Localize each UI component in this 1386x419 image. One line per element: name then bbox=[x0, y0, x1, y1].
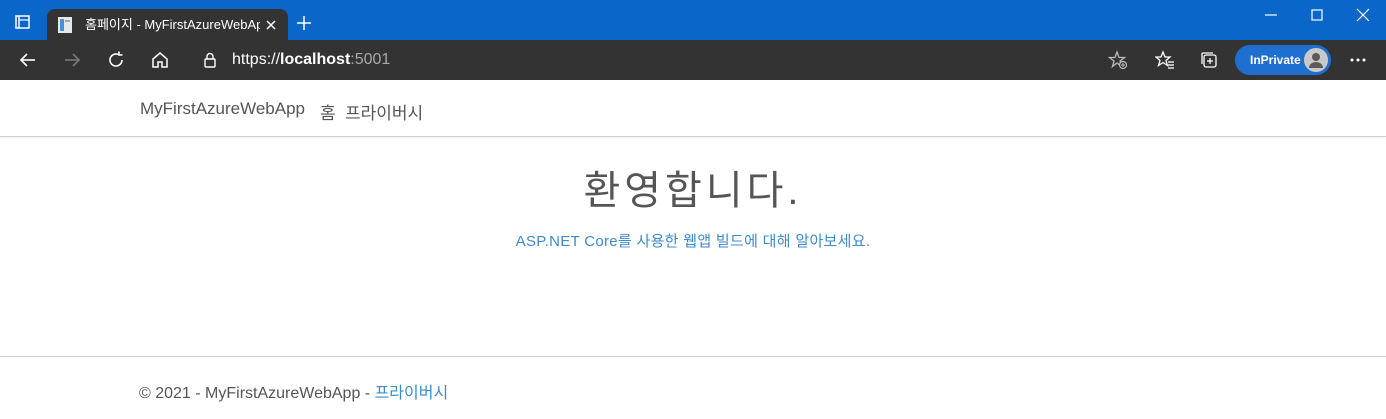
tab-actions-icon[interactable] bbox=[14, 13, 32, 31]
home-icon[interactable] bbox=[150, 50, 170, 70]
lock-icon[interactable] bbox=[203, 52, 217, 68]
address-bar[interactable]: https://localhost:5001 bbox=[193, 46, 1093, 74]
refresh-icon[interactable] bbox=[106, 50, 126, 70]
close-icon[interactable] bbox=[264, 18, 278, 32]
minimize-icon[interactable] bbox=[1262, 6, 1280, 24]
collections-icon[interactable] bbox=[1199, 50, 1219, 70]
footer-text: © 2021 - MyFirstAzureWebApp - 프라이버시 bbox=[139, 379, 448, 403]
url-host: localhost bbox=[280, 51, 351, 68]
inprivate-button[interactable]: InPrivate bbox=[1235, 45, 1331, 75]
nav-brand-link[interactable]: MyFirstAzureWebApp bbox=[140, 99, 305, 119]
browser-tab[interactable]: 홈페이지 - MyFirstAzureWebApp bbox=[47, 9, 288, 40]
back-icon[interactable] bbox=[18, 50, 38, 70]
url-scheme: https:// bbox=[232, 51, 281, 68]
inprivate-label: InPrivate bbox=[1250, 53, 1301, 67]
add-favorite-icon[interactable] bbox=[1108, 50, 1128, 70]
site-footer: © 2021 - MyFirstAzureWebApp - 프라이버시 bbox=[0, 356, 1386, 419]
browser-toolbar: https://localhost:5001 InPrivate bbox=[0, 40, 1386, 80]
footer-privacy-link[interactable]: 프라이버시 bbox=[375, 385, 449, 402]
forward-icon[interactable] bbox=[62, 50, 82, 70]
nav-home-link[interactable]: 홈 bbox=[320, 99, 336, 124]
url-port: :5001 bbox=[350, 51, 391, 68]
title-bar: 홈페이지 - MyFirstAzureWebApp bbox=[0, 0, 1386, 40]
welcome-heading: 환영합니다. bbox=[583, 169, 803, 213]
profile-avatar-icon bbox=[1304, 48, 1328, 72]
footer-copyright: © 2021 - MyFirstAzureWebApp - bbox=[139, 385, 371, 402]
window-close-icon[interactable] bbox=[1354, 6, 1372, 24]
site-navbar: MyFirstAzureWebApp 홈 프라이버시 bbox=[0, 80, 1386, 137]
new-tab-icon[interactable] bbox=[295, 14, 313, 32]
nav-privacy-link[interactable]: 프라이버시 bbox=[345, 99, 423, 124]
url-text[interactable]: https://localhost:5001 bbox=[232, 51, 390, 69]
more-icon[interactable] bbox=[1348, 50, 1368, 70]
favorites-icon[interactable] bbox=[1155, 50, 1175, 70]
learn-aspnet-link[interactable]: ASP.NET Core를 사용한 웹앱 빌드에 대해 알아보세요. bbox=[0, 230, 1386, 251]
page-favicon-icon bbox=[58, 17, 72, 33]
maximize-icon[interactable] bbox=[1308, 6, 1326, 24]
tab-title: 홈페이지 - MyFirstAzureWebApp bbox=[85, 17, 260, 32]
